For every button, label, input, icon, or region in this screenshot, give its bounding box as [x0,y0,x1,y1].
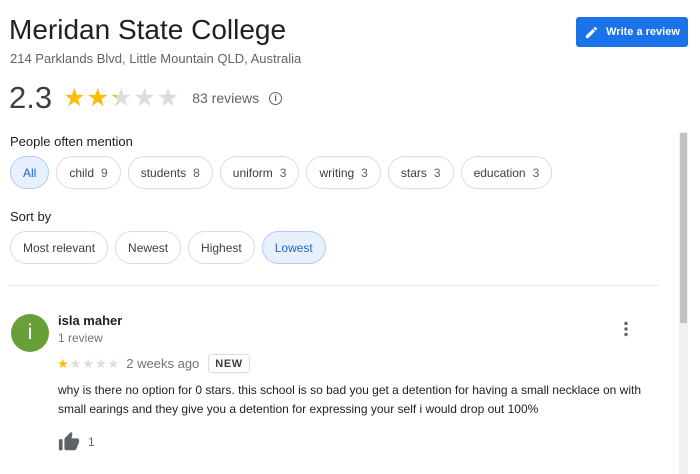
reviewer-name[interactable]: isla maher [58,313,122,328]
place-address: 214 Parklands Blvd, Little Mountain QLD,… [10,51,302,66]
review-date: 2 weeks ago [126,356,200,371]
mention-chips: All child 9 students 8 uniform 3 writing 3 stars 3… [10,156,553,189]
chip-label: writing [319,165,355,180]
sort-option-highest[interactable]: Highest [188,231,255,264]
reviewer-review-count: 1 review [58,331,103,345]
rating-stars: ★ ★ ★ ★ ★ [63,83,180,112]
chip-label: education [473,165,526,180]
review-stars: ★ ★ ★ ★ ★ [57,357,119,370]
chip-count: 3 [532,165,540,180]
mention-chip-students[interactable]: students 8 [127,156,213,189]
star-icon: ★ [82,356,94,371]
mention-chip-education[interactable]: education 3 [460,156,553,189]
average-rating: 2.3 [9,80,53,115]
info-icon[interactable]: i [269,91,283,105]
mention-chip-stars[interactable]: stars 3 [387,156,454,189]
scrollbar-thumb[interactable] [680,133,687,323]
chip-label: uniform [232,165,273,180]
star-icon: ★ [69,356,82,371]
review-count: 83 reviews [192,90,260,106]
write-review-label: Write a review [606,26,680,38]
new-badge: NEW [208,354,250,373]
thumbs-up-icon[interactable] [58,431,80,453]
chip-count: 3 [433,165,441,180]
pencil-icon [585,26,598,38]
review-text: why is there no option for 0 stars. this… [58,383,641,416]
avatar[interactable]: i [11,314,49,352]
place-title: Meridan State College [9,14,287,45]
like-row: 1 [58,431,95,453]
star-icon: ★ [57,356,69,371]
sort-chips: Most relevant Newest Highest Lowest [10,231,326,264]
like-count: 1 [88,435,95,449]
divider [10,285,660,286]
mentions-label: People often mention [10,134,133,149]
chip-label: child [69,165,95,180]
mention-chip-all[interactable]: All [10,156,50,189]
star-icon: ★ [109,83,133,112]
mention-chip-writing[interactable]: writing 3 [306,156,381,189]
chip-count: 9 [101,165,108,180]
chip-label: stars [400,165,427,180]
sort-option-lowest[interactable]: Lowest [261,231,326,264]
more-options-icon[interactable] [619,320,633,338]
star-icon: ★ [133,83,156,112]
chip-label: students [140,165,187,180]
review-rating-row: ★ ★ ★ ★ ★ 2 weeks ago NEW [57,354,250,373]
chip-count: 8 [193,165,200,180]
sort-option-most-relevant[interactable]: Most relevant [10,231,109,264]
star-icon: ★ [86,83,109,112]
chip-count: 3 [279,165,287,180]
mention-chip-child[interactable]: child 9 [56,156,121,189]
star-icon: ★ [107,356,120,371]
chip-count: 3 [361,165,368,180]
sort-label: Sort by [10,209,52,224]
mention-chip-uniform[interactable]: uniform 3 [219,156,300,189]
rating-summary: 2.3 ★ ★ ★ ★ ★ 83 reviews i [9,80,283,116]
star-icon: ★ [94,356,107,371]
chip-label: All [23,165,37,180]
sort-option-newest[interactable]: Newest [115,231,182,264]
write-review-button[interactable]: Write a review [576,17,688,47]
star-icon: ★ [63,83,86,112]
star-icon: ★ [156,83,180,112]
